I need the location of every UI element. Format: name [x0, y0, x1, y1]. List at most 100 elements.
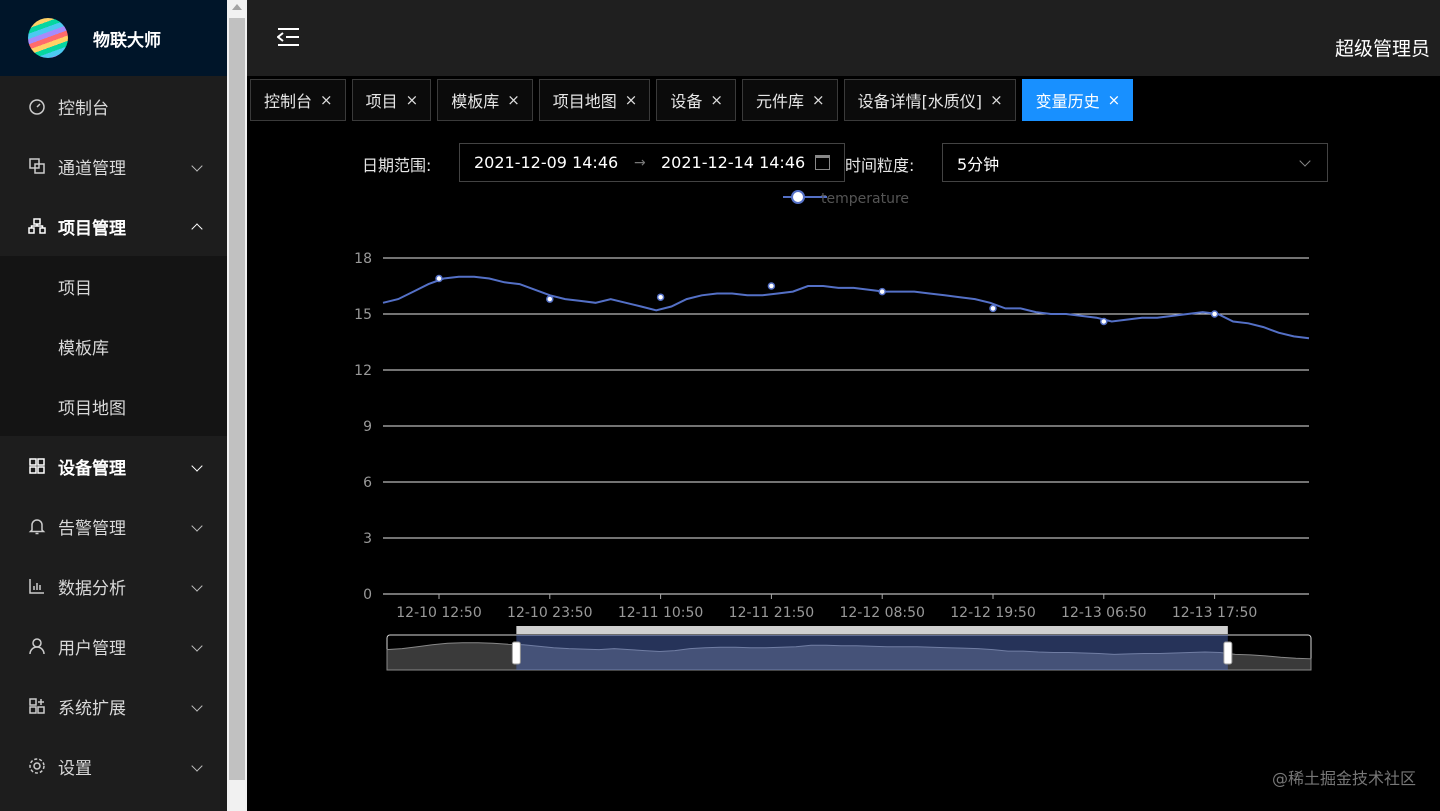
zoom-handle-left[interactable]: [511, 641, 521, 665]
sidebar-item-extension[interactable]: 系统扩展: [0, 676, 227, 736]
x-tick-label: 12-10 23:50: [507, 605, 592, 621]
logo-icon: [28, 18, 68, 58]
sidebar-scrollbar-thumb[interactable]: [229, 18, 245, 780]
data-point[interactable]: [435, 274, 443, 283]
dashboard-icon: [28, 97, 46, 115]
data-point[interactable]: [767, 282, 776, 290]
tab-bar: 控制台 × 项目 × 模板库 × 项目地图 × 设备 × 元件库 × 设备详情[水质仪] × …: [250, 79, 1134, 121]
x-tick-label: 12-12 08:50: [839, 605, 924, 621]
granularity-value: 5分钟: [957, 154, 1000, 174]
x-tick-label: 12-11 10:50: [618, 605, 703, 621]
sidebar-item-console[interactable]: 控制台: [0, 76, 227, 136]
end-date-input[interactable]: 2021-12-14 14:46: [661, 153, 805, 172]
chevron-down-icon: [191, 640, 203, 652]
data-point[interactable]: [546, 295, 554, 303]
tab-label: 项目地图: [552, 92, 617, 111]
legend-marker[interactable]: [791, 190, 805, 204]
chevron-down-icon: [1299, 155, 1311, 167]
tab-device[interactable]: 设备 ×: [656, 79, 736, 121]
x-tick-label: 12-10 12:50: [396, 605, 481, 621]
date-range-picker[interactable]: 2021-12-09 14:46 → 2021-12-14 14:46: [459, 143, 845, 182]
zoom-selection[interactable]: [516, 635, 1228, 670]
chevron-down-icon: [191, 580, 203, 592]
data-zoom-slider[interactable]: [386, 626, 1312, 671]
legend-label[interactable]: temperature: [821, 191, 909, 207]
sidebar-item-project-map[interactable]: 项目地图: [0, 376, 227, 436]
y-tick-label: 15: [354, 307, 372, 323]
y-tick-label: 3: [363, 531, 372, 547]
tab-template-library[interactable]: 模板库 ×: [437, 79, 533, 121]
sidebar-item-label: 系统扩展: [58, 698, 126, 719]
close-icon[interactable]: ×: [990, 91, 1003, 109]
channel-icon: [28, 157, 46, 175]
tab-project[interactable]: 项目 ×: [351, 79, 432, 121]
tab-label: 模板库: [451, 92, 500, 111]
sidebar-item-label: 设置: [58, 758, 92, 779]
sidebar-item-label: 用户管理: [58, 638, 126, 659]
sidebar-item-device-management[interactable]: 设备管理: [0, 436, 227, 496]
data-point[interactable]: [989, 304, 997, 313]
tab-label: 控制台: [264, 92, 313, 111]
tab-variable-history[interactable]: 变量历史 ×: [1021, 79, 1134, 121]
start-date-input[interactable]: 2021-12-09 14:46: [474, 153, 618, 172]
tab-project-map[interactable]: 项目地图 ×: [538, 79, 651, 121]
sidebar-item-channel[interactable]: 通道管理: [0, 136, 227, 196]
x-tick-label: 12-11 21:50: [729, 605, 814, 621]
date-range-label: 日期范围:: [362, 156, 432, 175]
sidebar-item-template-library[interactable]: 模板库: [0, 316, 227, 376]
sidebar-item-alarm[interactable]: 告警管理: [0, 496, 227, 556]
calendar-icon: [815, 155, 830, 170]
sidebar: 物联大师 控制台 通道管理 项目管理 项目 模板库 项目地图 设备管理 告警管理…: [0, 0, 227, 811]
sidebar-item-label: 项目地图: [58, 398, 126, 419]
y-tick-label: 9: [363, 419, 372, 435]
app-name: 物联大师: [93, 30, 161, 51]
watermark: @稀土掘金技术社区: [1271, 769, 1416, 788]
close-icon[interactable]: ×: [507, 91, 520, 109]
zoom-handle-right[interactable]: [1223, 641, 1233, 665]
close-icon[interactable]: ×: [320, 91, 333, 109]
menu-fold-icon[interactable]: [276, 27, 301, 47]
granularity-select[interactable]: 5分钟: [942, 143, 1328, 182]
data-point[interactable]: [1210, 310, 1219, 318]
tab-console[interactable]: 控制台 ×: [250, 79, 346, 121]
sidebar-item-project-management[interactable]: 项目管理: [0, 196, 227, 256]
close-icon[interactable]: ×: [625, 91, 638, 109]
sidebar-item-label: 项目管理: [58, 218, 126, 239]
y-tick-label: 0: [363, 587, 372, 603]
y-tick-label: 12: [354, 363, 372, 379]
project-submenu: 项目 模板库 项目地图: [0, 256, 227, 436]
sidebar-item-label: 通道管理: [58, 158, 126, 179]
current-user[interactable]: 超级管理员: [1335, 34, 1430, 61]
tab-label: 设备: [670, 92, 703, 111]
device-icon: [28, 457, 46, 475]
close-icon[interactable]: ×: [1108, 91, 1121, 109]
granularity-label: 时间粒度:: [845, 156, 915, 175]
gear-icon: [28, 757, 46, 775]
zoom-move-bar[interactable]: [516, 626, 1228, 634]
sidebar-item-data-analysis[interactable]: 数据分析: [0, 556, 227, 616]
bar-chart-icon: [28, 577, 46, 595]
chevron-down-icon: [191, 460, 203, 472]
close-icon[interactable]: ×: [812, 91, 825, 109]
data-point[interactable]: [1100, 317, 1108, 326]
x-tick-label: 12-13 17:50: [1172, 605, 1257, 621]
chevron-down-icon: [191, 760, 203, 772]
tab-label: 元件库: [755, 92, 804, 111]
chevron-down-icon: [191, 520, 203, 532]
close-icon[interactable]: ×: [710, 91, 723, 109]
tab-component-library[interactable]: 元件库 ×: [741, 79, 838, 121]
data-point[interactable]: [878, 287, 886, 296]
sidebar-item-project[interactable]: 项目: [0, 256, 227, 316]
data-point[interactable]: [656, 293, 665, 301]
scroll-up-arrow-icon[interactable]: [232, 4, 242, 10]
sidebar-item-label: 控制台: [58, 98, 109, 119]
range-arrow-icon: →: [634, 154, 646, 171]
sidebar-item-label: 模板库: [58, 338, 109, 359]
sidebar-item-settings[interactable]: 设置: [0, 736, 227, 796]
project-icon: [28, 217, 46, 235]
series-line-temperature: [382, 275, 1310, 340]
tab-label: 变量历史: [1035, 92, 1100, 111]
close-icon[interactable]: ×: [406, 91, 419, 109]
sidebar-item-user-management[interactable]: 用户管理: [0, 616, 227, 676]
tab-device-detail[interactable]: 设备详情[水质仪] ×: [843, 79, 1016, 121]
